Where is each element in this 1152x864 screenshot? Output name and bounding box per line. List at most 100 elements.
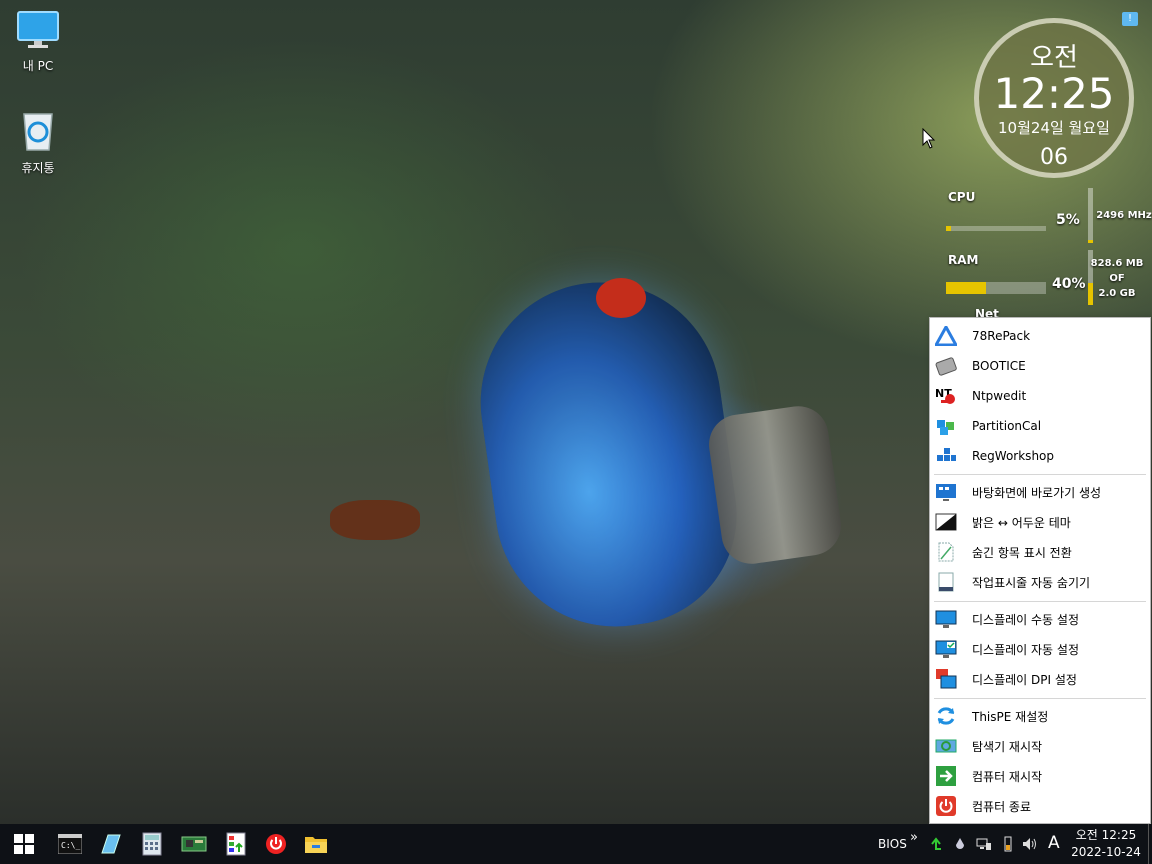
menu-item-label: BOOTICE — [972, 359, 1026, 373]
tray-update-arrow-icon[interactable] — [928, 836, 944, 852]
menu-item-display-manual[interactable]: 디스플레이 수동 설정 — [930, 604, 1150, 634]
tray-bios-label[interactable]: BIOS — [878, 837, 907, 851]
wallpaper-ant — [330, 500, 420, 540]
menu-item-explorer-restart[interactable]: 탐색기 재시작 — [930, 731, 1150, 761]
mouse-cursor-icon — [922, 128, 936, 149]
eraser-icon — [101, 834, 121, 854]
desktop-icon-my-pc[interactable]: 내 PC — [6, 10, 70, 74]
wallpaper-bulb — [465, 266, 751, 643]
menu-item-label: 바탕화면에 바로가기 생성 — [972, 485, 1102, 500]
ram-of: OF — [1109, 273, 1125, 284]
cpu-frequency: 2496 MHz — [1096, 210, 1152, 221]
menu-item-label: PartitionCal — [972, 419, 1042, 433]
taskbar-task-manager[interactable] — [216, 824, 256, 864]
svg-text:C:\_: C:\_ — [61, 841, 80, 850]
ram-usage-bar — [946, 282, 1046, 294]
cpu-freq-bar — [1088, 188, 1093, 243]
menu-item-restart[interactable]: 컴퓨터 재시작 — [930, 761, 1150, 791]
desktop-icon-label: 휴지통 — [21, 161, 55, 175]
wallpaper-ladybug — [596, 278, 646, 318]
tray-drop-icon[interactable] — [952, 836, 968, 852]
show-desktop-button[interactable] — [1148, 824, 1149, 864]
menu-item-label: 78RePack — [972, 329, 1031, 343]
menu-item-thispe-reset[interactable]: ThisPE 재설정 — [930, 701, 1150, 731]
power-button-icon — [266, 834, 286, 854]
display-auto-icon — [934, 638, 958, 660]
menu-item-display-dpi[interactable]: 디스플레이 DPI 설정 — [930, 664, 1150, 694]
ram-usage-fill — [946, 282, 986, 294]
clock-time: 12:25 — [993, 69, 1115, 118]
menu-separator — [934, 698, 1146, 699]
command-prompt-icon: C:\_ — [58, 834, 82, 854]
partitioncal-icon — [934, 415, 958, 437]
taskbar-hardware-info[interactable] — [174, 824, 214, 864]
menu-item-label: 디스플레이 DPI 설정 — [972, 672, 1077, 687]
hardware-board-icon — [181, 836, 207, 852]
tray-battery-icon[interactable] — [1000, 836, 1016, 852]
78repack-icon — [934, 325, 958, 347]
clock-date: 10월24일 월요일 — [998, 119, 1110, 137]
start-windows-icon — [14, 834, 34, 854]
menu-separator — [934, 601, 1146, 602]
tray-clock[interactable]: 오전 12:25 2022-10-24 — [1068, 827, 1144, 861]
cpu-usage-fill — [946, 226, 951, 231]
monitor-icon — [6, 10, 70, 53]
cpu-label: CPU — [948, 190, 976, 204]
menu-item-label: 숨긴 항목 표시 전환 — [972, 545, 1072, 560]
taskbar-autohide-icon — [934, 571, 958, 593]
cpu-usage-bar — [946, 226, 1046, 231]
taskbar: C:\_ BIOS » A 오전 12:25 2022-10-24 — [0, 824, 1152, 864]
hidden-items-icon — [934, 541, 958, 563]
explorer-restart-icon — [934, 735, 958, 757]
tray-ime-indicator[interactable]: A — [1048, 833, 1060, 853]
menu-item-label: 작업표시줄 자동 숨기기 — [972, 575, 1091, 590]
taskbar-eraser[interactable] — [90, 824, 130, 864]
clock-gadget: 오전 12:25 10월24일 월요일 06 — [974, 18, 1134, 178]
start-button[interactable] — [4, 824, 44, 864]
cpu-freq-fill — [1088, 240, 1093, 243]
calculator-icon — [142, 832, 162, 856]
menu-item-bootice[interactable]: BOOTICE — [930, 351, 1150, 381]
menu-item-label: 탐색기 재시작 — [972, 739, 1043, 754]
menu-item-label: ThisPE 재설정 — [972, 709, 1049, 724]
notification-icon[interactable]: ! — [1122, 12, 1138, 26]
menu-item-label: 컴퓨터 종료 — [972, 799, 1032, 814]
wallpaper-bulb-base — [705, 402, 845, 568]
taskbar-command-prompt[interactable]: C:\_ — [50, 824, 90, 864]
menu-item-78repack[interactable]: 78RePack — [930, 321, 1150, 351]
desktop-icon-label: 내 PC — [22, 59, 54, 73]
menu-item-label: 밝은 ↔ 어두운 테마 — [972, 515, 1071, 530]
menu-item-label: Ntpwedit — [972, 389, 1027, 403]
display-dpi-icon — [934, 668, 958, 690]
menu-item-ntpwedit[interactable]: NT Ntpwedit — [930, 381, 1150, 411]
ram-used: 828.6 MB — [1090, 258, 1144, 269]
menu-item-regworkshop[interactable]: RegWorkshop — [930, 441, 1150, 471]
tray-overflow-chevron[interactable]: » — [910, 830, 918, 845]
regworkshop-icon — [934, 445, 958, 467]
tray-time: 오전 12:25 — [1075, 828, 1137, 842]
menu-item-theme-toggle[interactable]: 밝은 ↔ 어두운 테마 — [930, 507, 1150, 537]
tray-network-icon[interactable] — [976, 836, 992, 852]
cpu-percent: 5% — [1056, 212, 1080, 228]
menu-item-hidden-items[interactable]: 숨긴 항목 표시 전환 — [930, 537, 1150, 567]
taskbar-file-explorer[interactable] — [296, 824, 336, 864]
tray-volume-icon[interactable] — [1022, 836, 1038, 852]
menu-item-label: 컴퓨터 재시작 — [972, 769, 1043, 784]
recycle-bin-icon — [6, 108, 70, 155]
ram-percent: 40% — [1052, 276, 1086, 292]
taskbar-calculator[interactable] — [132, 824, 172, 864]
menu-item-partitioncal[interactable]: PartitionCal — [930, 411, 1150, 441]
menu-item-label: 디스플레이 수동 설정 — [972, 612, 1079, 627]
refresh-icon — [934, 705, 958, 727]
ram-label: RAM — [948, 253, 979, 267]
menu-item-taskbar-autohide[interactable]: 작업표시줄 자동 숨기기 — [930, 567, 1150, 597]
bootice-icon — [934, 355, 958, 377]
menu-item-display-auto[interactable]: 디스플레이 자동 설정 — [930, 634, 1150, 664]
desktop-icon-recycle-bin[interactable]: 휴지통 — [6, 108, 70, 176]
menu-item-shutdown[interactable]: 컴퓨터 종료 — [930, 791, 1150, 821]
clock-seconds: 06 — [1040, 145, 1068, 170]
menu-separator — [934, 474, 1146, 475]
taskbar-power[interactable] — [256, 824, 296, 864]
display-manual-icon — [934, 608, 958, 630]
menu-item-desktop-shortcut[interactable]: 바탕화면에 바로가기 생성 — [930, 477, 1150, 507]
